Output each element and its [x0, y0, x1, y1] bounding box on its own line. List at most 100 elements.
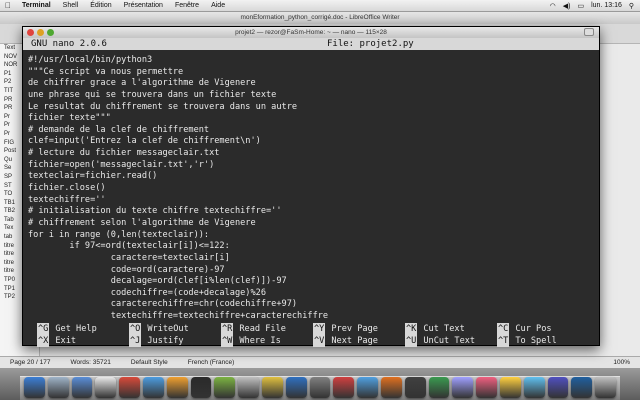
code-line: code=ord(caractere)-97 [28, 264, 225, 275]
shortcut-label: Where Is [239, 336, 281, 346]
shortcut-label: Get Help [55, 324, 97, 334]
shortcut-uncut-text[interactable]: ^U UnCut Text [391, 335, 483, 347]
dock-app-icon[interactable] [428, 377, 450, 398]
shortcut-label: To Spell [515, 336, 557, 346]
apple-icon[interactable]:  [0, 1, 16, 10]
shortcut-label: UnCut Text [423, 336, 476, 346]
dock-app-icon[interactable] [285, 377, 307, 398]
word-count: Words: 35721 [70, 359, 111, 366]
wifi-icon[interactable]: ◠ [550, 2, 556, 10]
shortcut-get-help[interactable]: ^G Get Help [23, 323, 115, 335]
shortcut-label: Justify [147, 336, 184, 346]
nano-shortcuts: ^G Get Help ^O WriteOut ^R Read File ^Y Prev Pa… [23, 323, 599, 347]
shortcut-justify[interactable]: ^J Justify [115, 335, 207, 347]
shortcut-to-spell[interactable]: ^T To Spell [483, 335, 575, 347]
dock-app-icon[interactable] [333, 377, 355, 398]
spotlight-icon[interactable]: ⚲ [629, 2, 634, 10]
menu-fenetre[interactable]: Fenêtre [169, 2, 205, 9]
shortcut-read-file[interactable]: ^R Read File [207, 323, 299, 335]
shortcut-cur-pos[interactable]: ^C Cur Pos [483, 323, 575, 335]
shortcut-key: ^W [221, 335, 234, 347]
code-line: decalage=ord(clef[i%len(clef)])-97 [28, 276, 287, 287]
nano-version: GNU nano 2.0.6 [31, 39, 107, 49]
zoom-level: 100% [613, 359, 630, 366]
code-line: textechiffre=textechiffre+caracterechiff… [28, 311, 329, 322]
dock-app-icon[interactable] [142, 377, 164, 398]
shortcut-where-is[interactable]: ^W Where Is [207, 335, 299, 347]
language: French (France) [187, 359, 235, 366]
dock-app-icon[interactable] [357, 377, 378, 398]
terminal-title: projet2 — rezor@FaSm-Home: ~ — nano — 11… [235, 29, 387, 36]
shortcut-label: WriteOut [147, 324, 189, 334]
shortcut-key: ^G [37, 323, 50, 335]
dock-app-icon[interactable] [95, 377, 117, 398]
dock-app-icon[interactable] [404, 377, 426, 398]
dock-app-icon[interactable] [24, 377, 45, 398]
dock-app-icon[interactable] [547, 377, 569, 398]
shortcut-exit[interactable]: ^X Exit [23, 335, 115, 347]
dock-app-icon[interactable] [380, 377, 402, 398]
writer-title: monEformation_python_corrigé.doc - Libre… [0, 12, 640, 24]
code-line: fichier texte""" [28, 113, 111, 124]
menu-edition[interactable]: Édition [84, 2, 117, 9]
code-line: # lecture du fichier messageclair.txt [28, 148, 220, 159]
menu-presentation[interactable]: Présentation [118, 2, 169, 9]
shortcut-key: ^J [129, 335, 142, 347]
minimize-icon[interactable] [37, 29, 44, 36]
dock-app-icon[interactable] [47, 377, 69, 398]
shortcut-label: Cur Pos [515, 324, 552, 334]
dock-app-icon[interactable] [571, 377, 593, 398]
shortcut-key: ^V [313, 335, 326, 347]
menu-terminal[interactable]: Terminal [16, 2, 57, 9]
dock-app-icon[interactable] [595, 377, 616, 398]
dock-app-icon[interactable] [238, 377, 259, 398]
dock-app-icon[interactable] [452, 377, 474, 398]
shortcut-label: Read File [239, 324, 286, 334]
nano-filename: File: projet2.py [327, 39, 414, 49]
code-line: """Ce script va nous permettre [28, 66, 184, 77]
dock-app-icon[interactable] [190, 377, 212, 398]
dock-app-icon[interactable] [166, 377, 188, 398]
writer-document-page [600, 44, 640, 356]
page-style: Default Style [130, 359, 168, 366]
shortcut-label: Cut Text [423, 324, 465, 334]
toolbar-toggle-icon[interactable] [584, 28, 594, 36]
code-line: Le resultat du chiffrement se trouvera d… [28, 101, 298, 112]
menu-bar:  Terminal Shell Édition Présentation Fe… [0, 0, 640, 12]
menu-aide[interactable]: Aide [205, 2, 231, 9]
shortcut-key: ^U [405, 335, 418, 347]
dock-app-icon[interactable] [261, 377, 283, 398]
code-editor[interactable]: #!/usr/local/bin/python3 """Ce script va … [23, 50, 599, 323]
shortcut-cut-text[interactable]: ^K Cut Text [391, 323, 483, 335]
volume-icon[interactable]: ◀) [563, 2, 571, 10]
close-icon[interactable] [27, 29, 34, 36]
clock[interactable]: lun. 13:16 [591, 2, 622, 9]
terminal-titlebar[interactable]: projet2 — rezor@FaSm-Home: ~ — nano — 11… [23, 27, 599, 38]
zoom-icon[interactable] [47, 29, 54, 36]
code-line: if 97<=ord(texteclair[i])<=122: [28, 241, 230, 252]
shortcut-writeout[interactable]: ^O WriteOut [115, 323, 207, 335]
code-line: caractere=texteclair[i] [28, 252, 230, 263]
menu-shell[interactable]: Shell [57, 2, 85, 9]
code-line: textechiffre='' [28, 194, 106, 205]
battery-icon[interactable]: ▭ [577, 2, 584, 10]
code-line: une phrase qui se trouvera dans un fichi… [28, 89, 277, 100]
code-line: fichier.close() [28, 183, 106, 194]
shortcut-next-page[interactable]: ^V Next Page [299, 335, 391, 347]
dock-app-icon[interactable] [476, 377, 497, 398]
dock [24, 370, 616, 398]
dock-app-icon[interactable] [119, 377, 140, 398]
dock-app-icon[interactable] [214, 377, 236, 398]
dock-app-icon[interactable] [523, 377, 545, 398]
code-line: codechiffre=(code+decalage)%26 [28, 287, 266, 298]
shortcut-label: Prev Page [331, 324, 378, 334]
terminal-window[interactable]: projet2 — rezor@FaSm-Home: ~ — nano — 11… [22, 26, 600, 347]
dock-app-icon[interactable] [309, 377, 331, 398]
writer-status-bar: Page 20 / 177 Words: 35721 Default Style… [0, 356, 640, 368]
code-line: caracterechiffre=chr(codechiffre+97) [28, 299, 298, 310]
shortcut-prev-page[interactable]: ^Y Prev Page [299, 323, 391, 335]
dock-app-icon[interactable] [71, 377, 93, 398]
code-line: texteclair=fichier.read() [28, 171, 158, 182]
shortcut-label: Next Page [331, 336, 378, 346]
dock-app-icon[interactable] [499, 377, 521, 398]
